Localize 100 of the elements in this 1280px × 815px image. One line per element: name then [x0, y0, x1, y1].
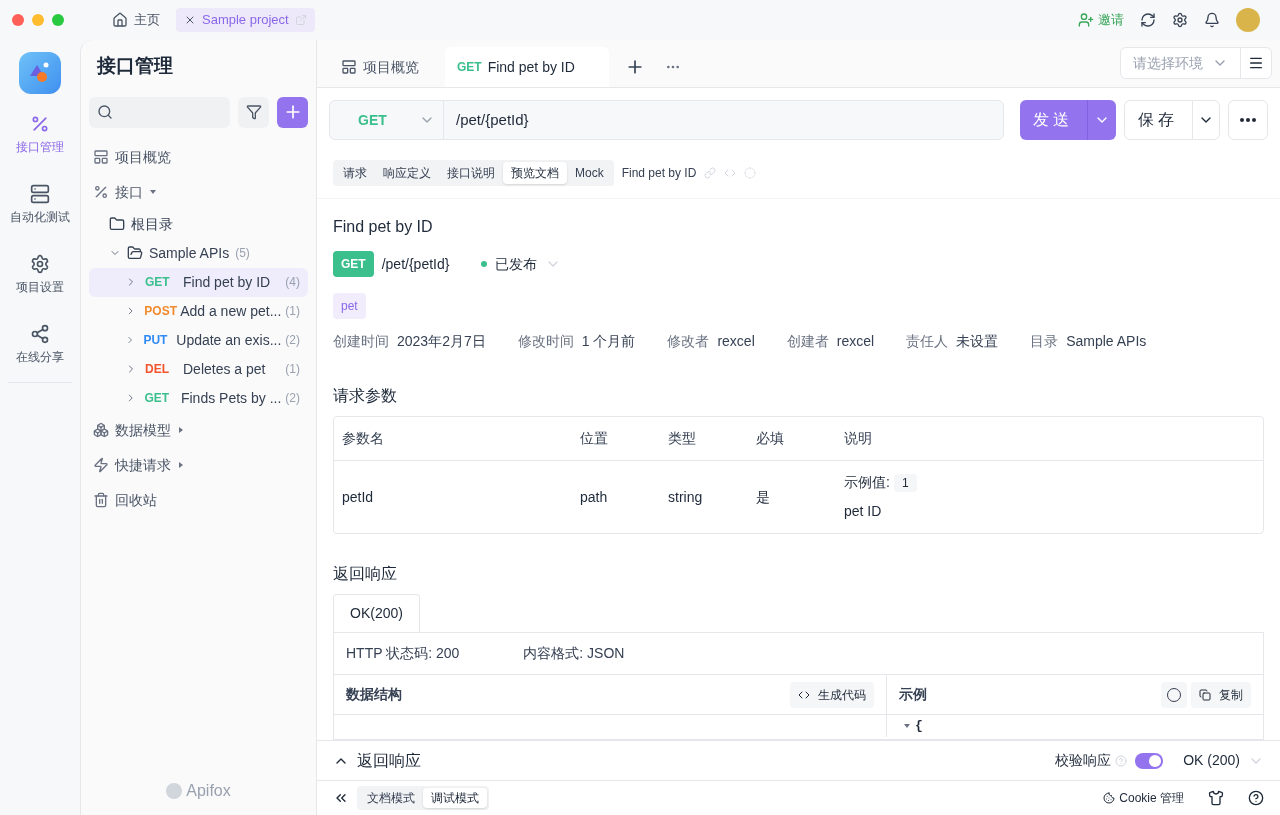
table-cell-text: string [668, 487, 704, 507]
sub-tab[interactable]: Mock [567, 162, 612, 184]
trash-icon [93, 492, 109, 508]
doc-title: Find pet by ID [333, 217, 434, 237]
meta-label: 修改时间 [517, 332, 574, 351]
app-logo [19, 52, 61, 94]
table-cell-text: 是 [756, 487, 771, 507]
api-tree-item[interactable]: DEL Deletes a pet (1) [89, 354, 308, 384]
brand-logo-icon [166, 783, 183, 799]
api-name: Update an exis... [176, 330, 282, 350]
api-path: /pet/{petId} [381, 254, 450, 274]
method-label: GET [457, 59, 482, 76]
folder-tree-item[interactable]: 根目录 [89, 209, 308, 239]
meta-label: 修改者 [667, 332, 710, 351]
api-tree-item[interactable]: PUT Update an exis... (2) [89, 325, 308, 355]
boxes-icon [93, 422, 109, 438]
search-field[interactable] [89, 96, 230, 128]
folder-icon [109, 216, 125, 232]
meta-value: Sample APIs [1066, 332, 1147, 351]
generate-code-button[interactable]: 生成代码 [790, 681, 874, 708]
item-count: (2) [284, 390, 300, 407]
user-plus-icon [1078, 12, 1094, 28]
lightning-icon [93, 457, 109, 473]
mock-button[interactable] [1161, 681, 1187, 708]
meta-label: 创建者 [786, 332, 829, 351]
sub-tab[interactable]: 预览文档 [503, 162, 567, 184]
add-button[interactable] [277, 96, 308, 128]
example-label: 示例值: [844, 473, 890, 492]
status-label: 已发布 [495, 254, 538, 274]
validate-toggle[interactable] [1135, 752, 1164, 769]
close-icon [184, 14, 196, 26]
meta-label: 创建时间 [333, 332, 389, 351]
maximize-window-button[interactable] [52, 14, 64, 26]
section-title: 返回响应 [333, 564, 398, 584]
sub-tab[interactable]: 响应定义 [375, 162, 439, 184]
filter-button[interactable] [238, 96, 269, 128]
method-label: DEL [145, 361, 170, 378]
home-icon [112, 12, 128, 28]
meta-value: 未设置 [956, 332, 999, 351]
sidebar-item[interactable]: 数据模型 [89, 412, 308, 448]
more-button[interactable] [1228, 100, 1268, 140]
avatar[interactable] [1236, 8, 1260, 32]
sidebar-item[interactable]: 项目概览 [89, 139, 308, 175]
api-tree-item[interactable]: POST Add a new pet... (1) [89, 296, 308, 326]
folder-tree-item[interactable]: Sample APIs (5) [89, 238, 308, 268]
meta-label: 责任人 [906, 332, 949, 351]
table-cell-text: path [580, 487, 609, 507]
example-value: 1 [893, 473, 917, 492]
method-label: GET [144, 390, 171, 407]
section-title: 请求参数 [333, 386, 398, 406]
sidebar-item[interactable]: 接口 [89, 174, 308, 210]
column-header: 参数名 [342, 429, 385, 448]
copy-button[interactable]: 复制 [1191, 681, 1251, 708]
folder-name: Sample APIs [149, 243, 230, 263]
sidebar-title: 接口管理 [95, 54, 174, 78]
close-window-button[interactable] [12, 14, 24, 26]
item-count: (2) [284, 332, 300, 349]
item-count: (4) [284, 274, 300, 291]
cookie-icon [1103, 792, 1116, 804]
caret-icon [903, 722, 911, 730]
meta-value: 2023年2月7日 [397, 332, 486, 351]
code-line: { [915, 717, 923, 736]
mode-tab[interactable]: 文档模式 [359, 788, 423, 808]
editor-tab[interactable]: GET Find pet by ID [445, 47, 609, 87]
rail-item[interactable]: 项目设置 [16, 254, 64, 296]
column-header: 类型 [668, 429, 697, 448]
cookie-button[interactable]: Cookie 管理 [1103, 789, 1184, 807]
window-tab[interactable]: 主页 [104, 8, 168, 32]
api-tree-item[interactable]: GET Find pet by ID (4) [89, 267, 308, 297]
shirt-icon[interactable] [1208, 790, 1224, 806]
response-select[interactable]: OK (200) [1183, 750, 1264, 771]
table-cell-text: petId [342, 487, 375, 507]
external-link-icon [294, 14, 307, 26]
rail-item[interactable]: 在线分享 [16, 324, 64, 366]
column-header: 必填 [756, 429, 785, 448]
rail-item[interactable]: 接口管理 [16, 114, 64, 156]
sidebar-item[interactable]: 快捷请求 [89, 447, 308, 483]
search-icon [97, 104, 113, 120]
filter-icon [245, 104, 262, 120]
bottom-panel-title: 返回响应 [357, 750, 421, 771]
sub-tab[interactable]: 请求 [335, 162, 375, 184]
settings-icon[interactable] [1172, 12, 1188, 28]
settings-icon [30, 254, 50, 274]
mode-tab[interactable]: 调试模式 [423, 788, 487, 808]
response-tab[interactable]: OK(200) [333, 594, 420, 632]
sync-icon[interactable] [1140, 12, 1156, 28]
tab-label: Sample project [202, 11, 289, 30]
sub-tab[interactable]: 接口说明 [439, 162, 503, 184]
notification-icon[interactable] [1204, 12, 1220, 28]
tag: pet [333, 293, 366, 319]
meta-value: 1 个月前 [581, 332, 636, 351]
meta-value: rexcel [717, 332, 755, 351]
help-icon[interactable] [1248, 790, 1264, 806]
sidebar-item[interactable]: 回收站 [89, 482, 308, 518]
rail-item[interactable]: 自动化测试 [10, 184, 70, 226]
editor-tab[interactable]: 项目概览 [329, 47, 441, 87]
method-label: GET [145, 274, 171, 291]
meta-value: rexcel [836, 332, 875, 351]
api-tree-item[interactable]: GET Finds Pets by ... (2) [89, 383, 308, 413]
api-name: Add a new pet... [180, 301, 282, 321]
